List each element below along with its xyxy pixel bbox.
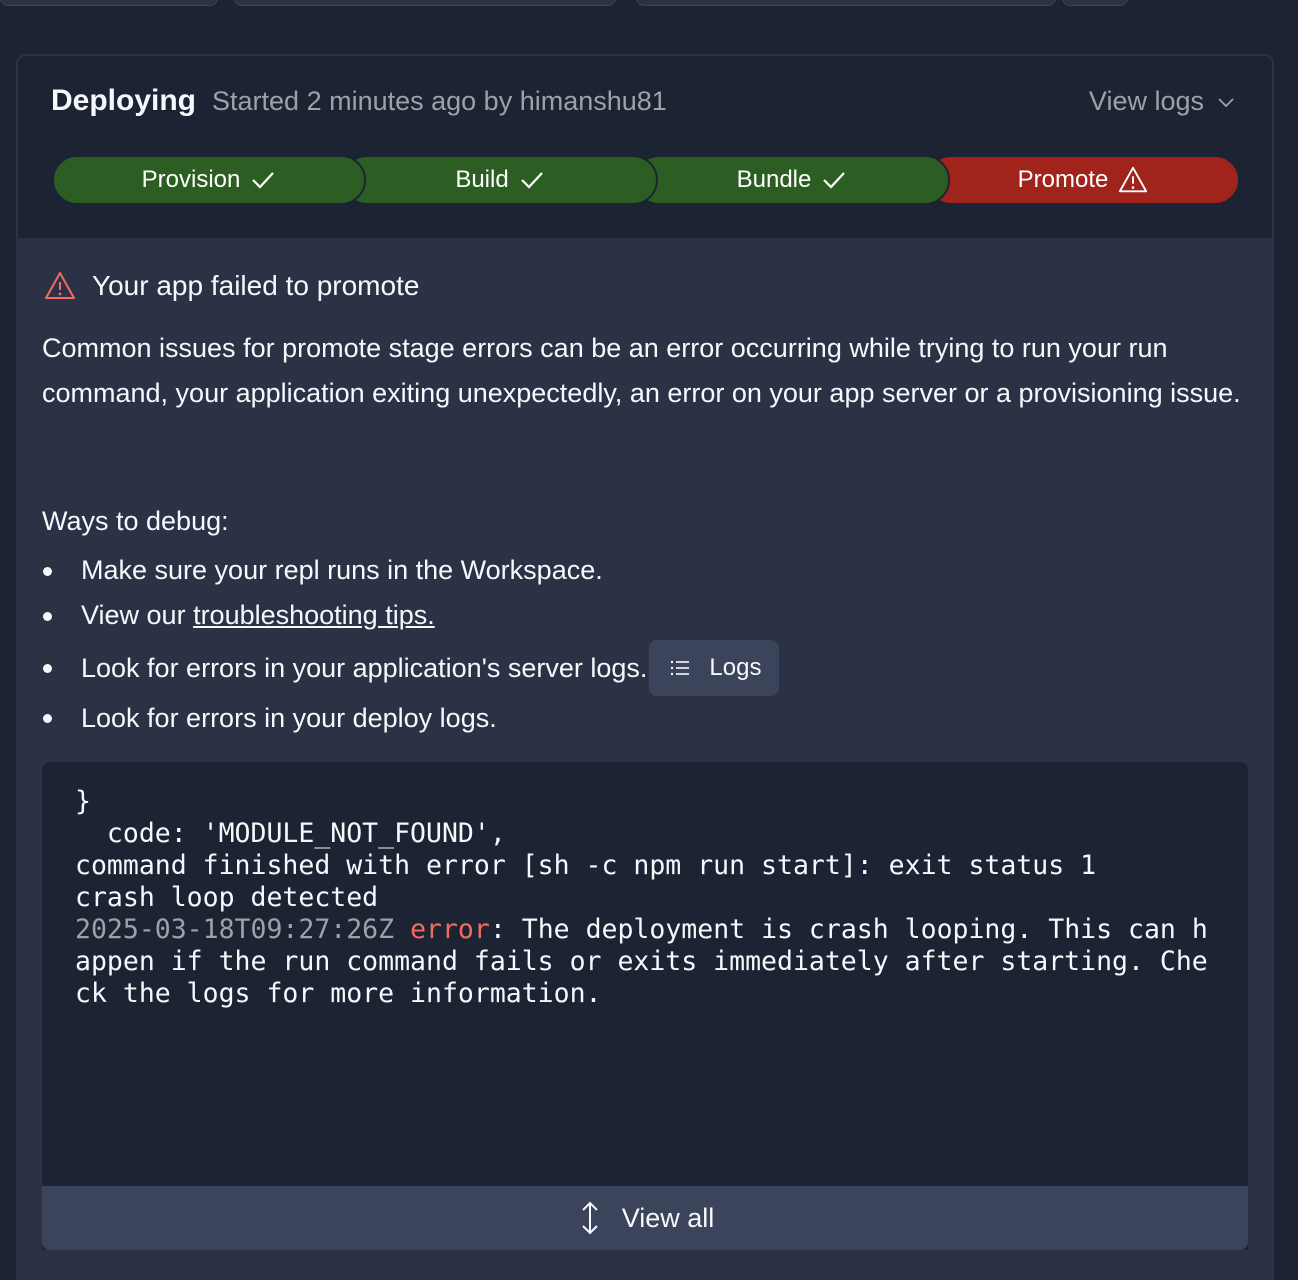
- log-output: } code: 'MODULE_NOT_FOUND', command fini…: [75, 786, 1208, 1010]
- expand-vertical-icon: [582, 1201, 598, 1235]
- deployment-subtitle: Started 2 minutes ago by himanshu81: [212, 86, 667, 116]
- check-icon: [520, 172, 543, 189]
- stage-bundle[interactable]: Bundle: [634, 155, 950, 205]
- failure-panel: Your app failed to promote Common issues…: [18, 238, 1272, 1278]
- log-line: crash loop detected: [75, 882, 379, 913]
- top-tab-stub[interactable]: [0, 0, 218, 6]
- log-error-word: error: [410, 914, 490, 945]
- list-item: View our troubleshooting tips.: [42, 593, 1242, 638]
- check-icon: [252, 172, 275, 189]
- view-all-button[interactable]: View all: [42, 1186, 1248, 1250]
- debug-item-text: Look for errors in your application's se…: [81, 652, 648, 683]
- warning-icon: [45, 272, 75, 299]
- log-line: }: [75, 786, 91, 817]
- deployment-stages: Provision Build Bundle Promote: [52, 155, 1240, 205]
- debug-title: Ways to debug:: [42, 506, 229, 536]
- top-tab-stub[interactable]: [234, 0, 616, 6]
- log-timestamp: 2025-03-18T09:27:26Z: [75, 914, 395, 945]
- title-row: Deploying Started 2 minutes ago by himan…: [51, 84, 1236, 128]
- list-item: Make sure your repl runs in the Workspac…: [42, 548, 1242, 593]
- debug-item-text: View our: [81, 600, 194, 630]
- top-tab-stub[interactable]: [636, 0, 1056, 6]
- list-item: Look for errors in your deploy logs.: [42, 698, 1242, 738]
- list-item: Look for errors in your application's se…: [42, 638, 1242, 698]
- stage-label: Bundle: [736, 166, 812, 193]
- log-line: command finished with error [sh -c npm r…: [75, 850, 1097, 881]
- top-tab-stub[interactable]: [1062, 0, 1128, 6]
- list-icon: [671, 660, 690, 676]
- failure-description: Common issues for promote stage errors c…: [42, 333, 1241, 408]
- debug-list: Make sure your repl runs in the Workspac…: [42, 548, 1242, 738]
- stage-build[interactable]: Build: [342, 155, 658, 205]
- chevron-down-icon: [1218, 97, 1234, 107]
- stage-provision[interactable]: Provision: [52, 155, 366, 205]
- top-tab-stubs: [0, 0, 1298, 8]
- failure-heading-text: Your app failed to promote: [92, 270, 420, 301]
- log-console[interactable]: } code: 'MODULE_NOT_FOUND', command fini…: [42, 762, 1248, 1250]
- warning-icon: [1119, 166, 1148, 193]
- stage-label: Build: [455, 166, 509, 193]
- debug-item-text: Look for errors in your deploy logs.: [81, 702, 497, 733]
- stage-label: Provision: [141, 166, 241, 193]
- failure-heading: Your app failed to promote: [44, 270, 419, 302]
- log-message: : The deployment is crash looping. This …: [489, 914, 1208, 945]
- log-line: code: 'MODULE_NOT_FOUND',: [75, 818, 506, 849]
- deployment-title: Deploying: [51, 84, 197, 117]
- check-icon: [823, 172, 846, 189]
- logs-button-label: Logs: [709, 654, 762, 681]
- stage-label: Promote: [1017, 166, 1109, 193]
- deployment-header: Deploying Started 2 minutes ago by himan…: [18, 56, 1272, 238]
- stage-promote[interactable]: Promote: [926, 155, 1240, 205]
- view-logs-label: View logs: [1088, 86, 1204, 116]
- view-logs-dropdown[interactable]: View logs: [1089, 86, 1236, 117]
- troubleshooting-link[interactable]: troubleshooting tips.: [193, 600, 435, 631]
- debug-item-text: Make sure your repl runs in the Workspac…: [81, 555, 603, 585]
- view-all-label: View all: [621, 1202, 715, 1233]
- log-message: ck the logs for more information.: [75, 978, 602, 1009]
- log-message: appen if the run command fails or exits …: [75, 946, 1208, 977]
- deployment-card: Deploying Started 2 minutes ago by himan…: [16, 54, 1274, 1280]
- logs-button[interactable]: Logs: [649, 640, 780, 696]
